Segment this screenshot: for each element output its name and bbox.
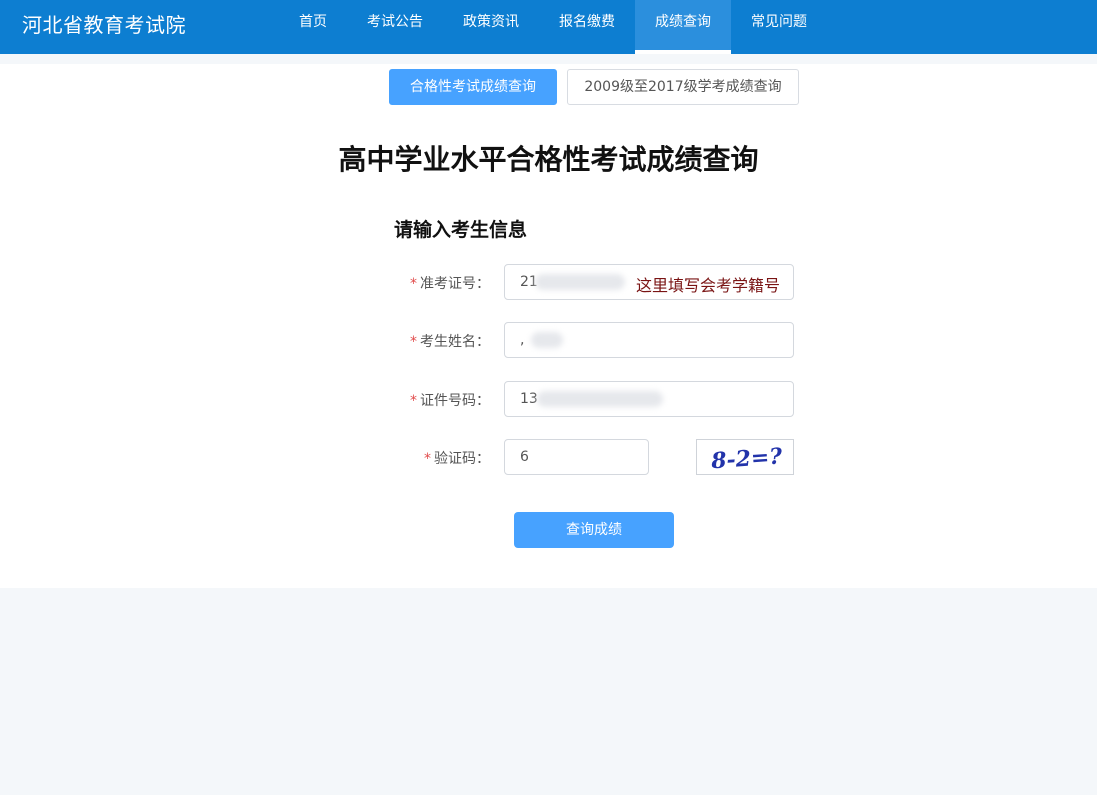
page-title: 高中学业水平合格性考试成绩查询 [338,143,759,176]
nav-faq[interactable]: 常见问题 [742,0,816,54]
required-mark: * [410,393,417,409]
redaction-blur [531,332,563,348]
exam-id-label: * 准考证号： [410,276,490,292]
top-navbar: 河北省教育考试院 首页 考试公告 政策资讯 报名缴费 成绩查询 常见问题 [0,0,1097,54]
redaction-blur [535,274,625,290]
required-mark: * [424,451,431,467]
name-input[interactable]: , [504,322,794,358]
nav-score-query[interactable]: 成绩查询 [635,0,731,54]
tab-qualification-exam-score[interactable]: 合格性考试成绩查询 [389,69,557,105]
nav-exam-notices[interactable]: 考试公告 [358,0,432,54]
annotation-text: 这里填写会考学籍号 [636,276,781,295]
captcha-text: 8-2=? [709,443,784,474]
required-mark: * [410,334,417,350]
captcha-value: 6 [520,449,529,465]
nav-registration-payment[interactable]: 报名缴费 [550,0,624,54]
nav-home[interactable]: 首页 [290,0,336,54]
tab-2009-2017-score[interactable]: 2009级至2017级学考成绩查询 [567,69,799,105]
section-title: 请输入考生信息 [394,219,528,241]
query-score-button[interactable]: 查询成绩 [514,512,674,548]
name-label: * 考生姓名： [410,334,490,350]
captcha-input[interactable]: 6 [504,439,649,475]
redaction-blur [537,391,663,407]
id-number-label: * 证件号码： [410,393,490,409]
captcha-graphic: 8-2=? [709,443,784,474]
site-brand[interactable]: 河北省教育考试院 [22,9,186,38]
nav-policy-news[interactable]: 政策资讯 [454,0,528,54]
id-number-value: 13 [520,391,538,407]
main-panel: 合格性考试成绩查询 2009级至2017级学考成绩查询 高中学业水平合格性考试成… [0,64,1097,588]
captcha-image[interactable]: 8-2=? [696,439,794,475]
id-number-input[interactable]: 13 [504,381,794,417]
captcha-label: * 验证码： [424,451,490,467]
name-value: , [520,332,525,348]
required-mark: * [410,276,417,292]
